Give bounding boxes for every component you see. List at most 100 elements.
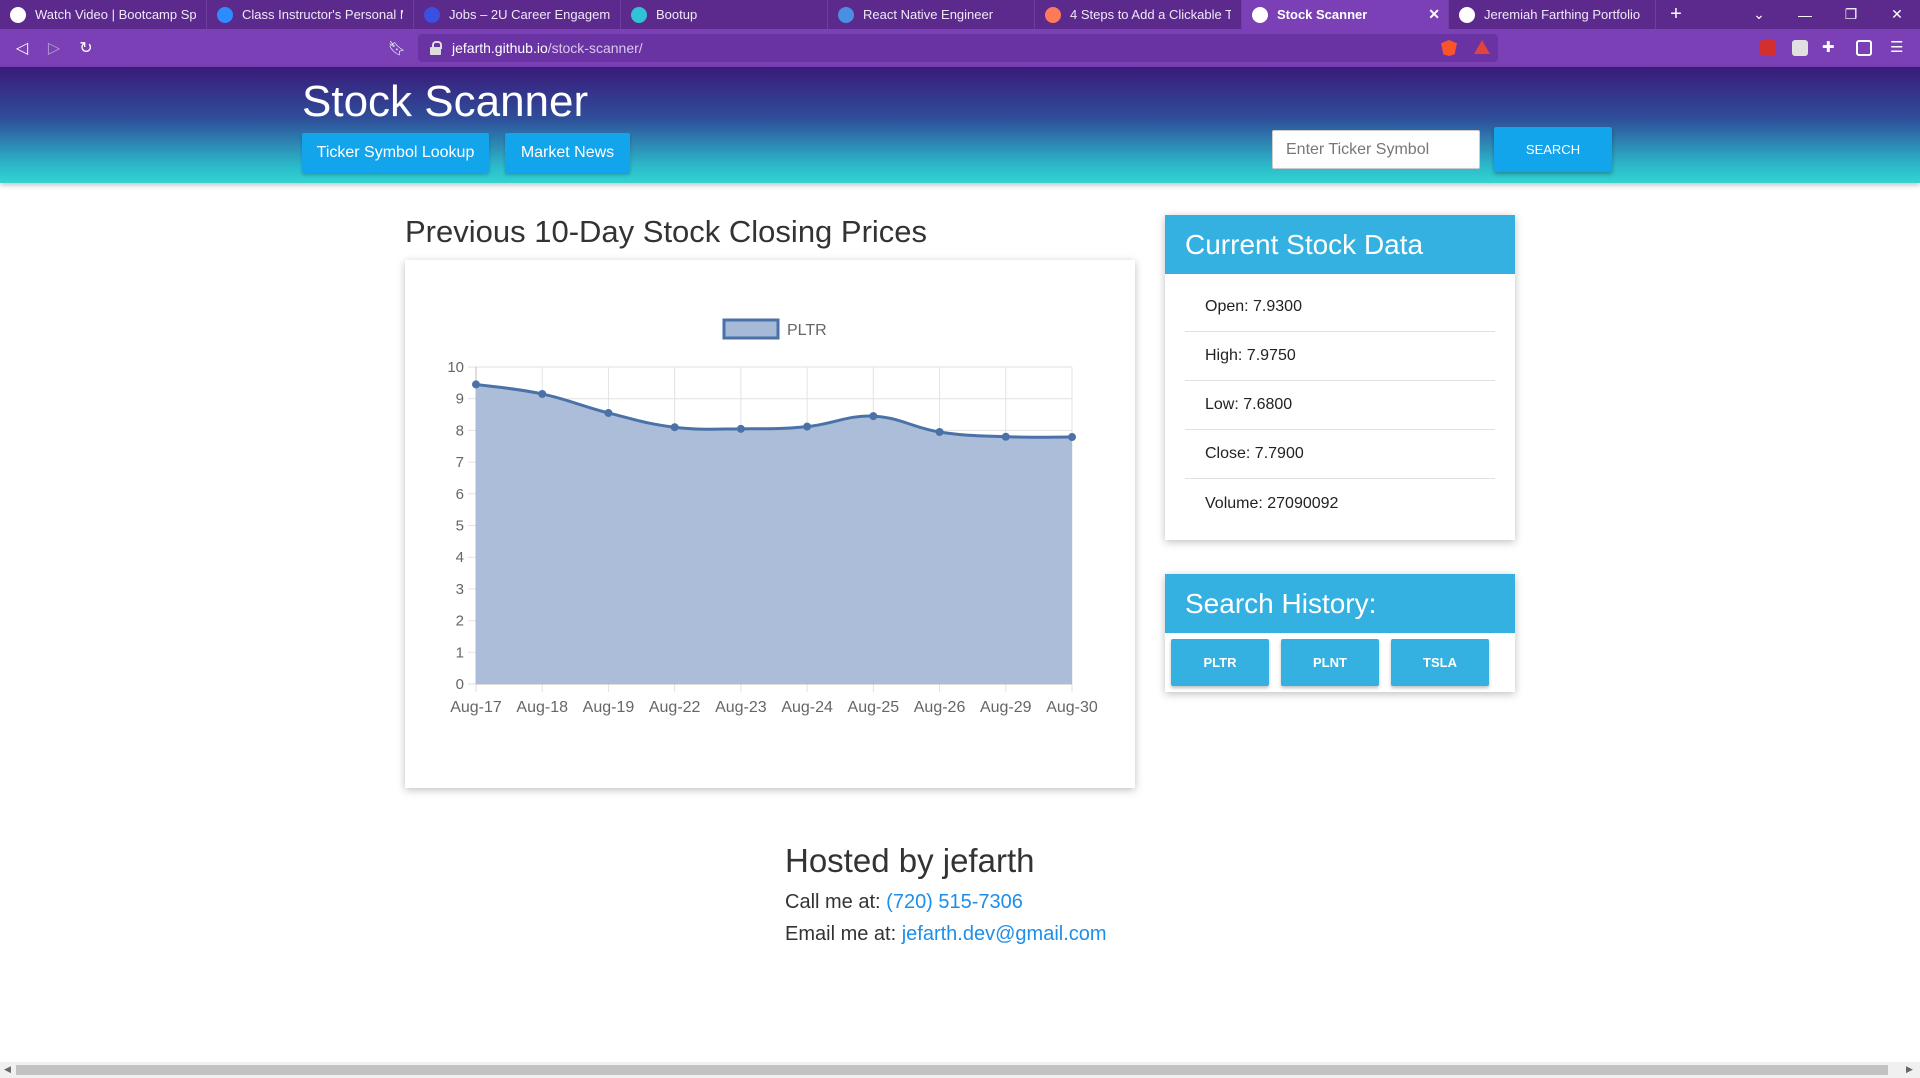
y-tick-label: 0 xyxy=(456,676,464,693)
back-icon[interactable]: ◁ xyxy=(11,38,33,58)
y-tick-label: 5 xyxy=(456,518,464,535)
forward-icon[interactable]: ▷ xyxy=(43,38,65,58)
browser-tab-label: Jobs – 2U Career Engagement N xyxy=(449,7,610,22)
data-point xyxy=(538,389,547,398)
current-stock-data-panel: Current Stock Data Open: 7.9300 High: 7.… xyxy=(1165,215,1515,540)
data-point xyxy=(869,412,878,421)
minimize-icon[interactable]: — xyxy=(1782,0,1828,29)
bookmark-icon[interactable]: 🔖︎ xyxy=(386,38,408,58)
horizontal-scrollbar[interactable]: ◀ ▶ xyxy=(0,1062,1920,1078)
phone-link[interactable]: (720) 515-7306 xyxy=(886,891,1023,913)
bootup-icon xyxy=(631,6,647,23)
x-tick-label: Aug-24 xyxy=(781,699,833,716)
close-tab-icon[interactable]: ✕ xyxy=(1428,6,1440,23)
y-tick-label: 7 xyxy=(456,454,464,471)
browser-tab[interactable]: 4 Steps to Add a Clickable Telep xyxy=(1035,0,1242,29)
y-tick-label: 6 xyxy=(456,486,464,503)
browser-tab-label: Jeremiah Farthing Portfolio xyxy=(1484,7,1641,22)
browser-tab[interactable]: Jobs – 2U Career Engagement N xyxy=(414,0,621,29)
scroll-left-icon[interactable]: ◀ xyxy=(4,1064,11,1075)
chart-card: 0 1 2 3 4 5 6 7 8 9 10 Aug-17 Aug-18 Aug-19 Aug-22 Aug-… xyxy=(405,260,1135,788)
lock-icon xyxy=(430,41,442,55)
footer-email-line: Email me at: jefarth.dev@gmail.com xyxy=(785,918,1107,950)
ticker-symbol-lookup-button[interactable]: Ticker Symbol Lookup xyxy=(302,133,489,173)
stat-low: Low: 7.6800 xyxy=(1185,381,1495,430)
market-news-button[interactable]: Market News xyxy=(505,133,630,173)
legend-swatch xyxy=(722,318,780,340)
new-tab-icon[interactable]: + xyxy=(1656,0,1696,29)
globe-icon xyxy=(1459,6,1475,23)
browser-tab[interactable]: Bootup xyxy=(621,0,828,29)
extension-lastpass-icon[interactable] xyxy=(1760,40,1776,56)
x-tick-label: Aug-18 xyxy=(516,699,568,716)
site-header: Stock Scanner Ticker Symbol Lookup Marke… xyxy=(0,67,1920,183)
browser-tab-label: Bootup xyxy=(656,7,698,22)
data-point xyxy=(935,427,944,436)
data-point xyxy=(736,424,745,433)
browser-tab[interactable]: Class Instructor's Personal Meet xyxy=(207,0,414,29)
brave-rewards-icon[interactable] xyxy=(1474,40,1490,54)
x-tick-label: Aug-17 xyxy=(450,699,502,716)
search-history-title: Search History: xyxy=(1165,574,1515,633)
current-stock-data-title: Current Stock Data xyxy=(1165,215,1515,274)
2u-icon xyxy=(424,6,440,23)
browser-tab-bar: Watch Video | Bootcamp Spot Class Instruc… xyxy=(0,0,1920,29)
scroll-right-icon[interactable]: ▶ xyxy=(1906,1064,1913,1075)
data-point xyxy=(670,423,679,432)
y-tick-label: 2 xyxy=(456,613,464,630)
browser-tab-label: Stock Scanner xyxy=(1277,7,1368,22)
extensions-puzzle-icon[interactable]: ✚ xyxy=(1822,40,1838,56)
y-tick-label: 10 xyxy=(447,359,464,376)
url-path: /stock-scanner/ xyxy=(547,40,643,56)
data-point xyxy=(1068,433,1076,442)
tab-list-chevron-icon[interactable]: ⌄ xyxy=(1736,0,1782,29)
search-button[interactable]: SEARCH xyxy=(1494,127,1612,172)
x-tick-label: Aug-30 xyxy=(1046,699,1098,716)
url-host: jefarth.github.io xyxy=(452,40,548,56)
x-tick-label: Aug-29 xyxy=(980,699,1032,716)
brave-shields-icon[interactable] xyxy=(1441,40,1457,56)
y-tick-label: 3 xyxy=(456,581,464,598)
address-bar[interactable]: jefarth.github.io/stock-scanner/ xyxy=(418,34,1498,62)
browser-tab-label: React Native Engineer xyxy=(863,7,994,22)
browser-tab[interactable]: React Native Engineer xyxy=(828,0,1035,29)
browser-tab-label: 4 Steps to Add a Clickable Telep xyxy=(1070,7,1231,22)
x-tick-label: Aug-25 xyxy=(848,699,900,716)
globe-icon xyxy=(10,6,26,23)
footer-title: Hosted by jefarth xyxy=(785,842,1035,879)
stat-volume: Volume: 27090092 xyxy=(1205,494,1339,512)
menu-icon[interactable]: ☰ xyxy=(1890,40,1906,56)
search-history-panel: Search History: PLTR PLNT TSLA xyxy=(1165,574,1515,692)
x-tick-label: Aug-19 xyxy=(583,699,635,716)
browser-tab-label: Watch Video | Bootcamp Spot xyxy=(35,7,196,22)
x-tick-label: Aug-22 xyxy=(649,699,701,716)
x-tick-label: Aug-23 xyxy=(715,699,767,716)
footer-phone-line: Call me at: (720) 515-7306 xyxy=(785,886,1107,918)
close-window-icon[interactable]: ✕ xyxy=(1874,0,1920,29)
browser-tab[interactable]: Stock Scanner ✕ xyxy=(1242,0,1449,29)
history-button-tsla[interactable]: TSLA xyxy=(1391,639,1489,686)
data-point xyxy=(472,380,480,389)
ticker-search-input[interactable] xyxy=(1272,130,1480,169)
browser-toolbar: ◁ ▷ ↻ 🔖︎ jefarth.github.io/stock-scanner… xyxy=(0,29,1920,67)
y-tick-label: 9 xyxy=(456,391,464,408)
scrollbar-thumb[interactable] xyxy=(16,1065,1888,1075)
stat-open: Open: 7.9300 xyxy=(1185,283,1495,332)
extension-icon[interactable] xyxy=(1792,40,1808,56)
chart-heading: Previous 10-Day Stock Closing Prices xyxy=(405,214,928,249)
email-label: Email me at: xyxy=(785,923,897,945)
browser-tab-label: Class Instructor's Personal Meet xyxy=(242,7,403,22)
browser-tab[interactable]: Jeremiah Farthing Portfolio xyxy=(1449,0,1656,29)
history-button-pltr[interactable]: PLTR xyxy=(1171,639,1269,686)
restore-icon[interactable]: ❐ xyxy=(1828,0,1874,29)
video-icon xyxy=(217,6,233,23)
document-icon xyxy=(838,6,854,23)
wallet-icon[interactable] xyxy=(1856,40,1872,56)
data-point xyxy=(1001,432,1010,441)
data-point xyxy=(604,408,613,417)
reload-icon[interactable]: ↻ xyxy=(75,38,97,58)
browser-tab[interactable]: Watch Video | Bootcamp Spot xyxy=(0,0,207,29)
history-button-plnt[interactable]: PLNT xyxy=(1281,639,1379,686)
stat-list: Open: 7.9300 High: 7.9750 Low: 7.6800 Cl… xyxy=(1165,274,1515,540)
email-link[interactable]: jefarth.dev@gmail.com xyxy=(902,923,1107,945)
